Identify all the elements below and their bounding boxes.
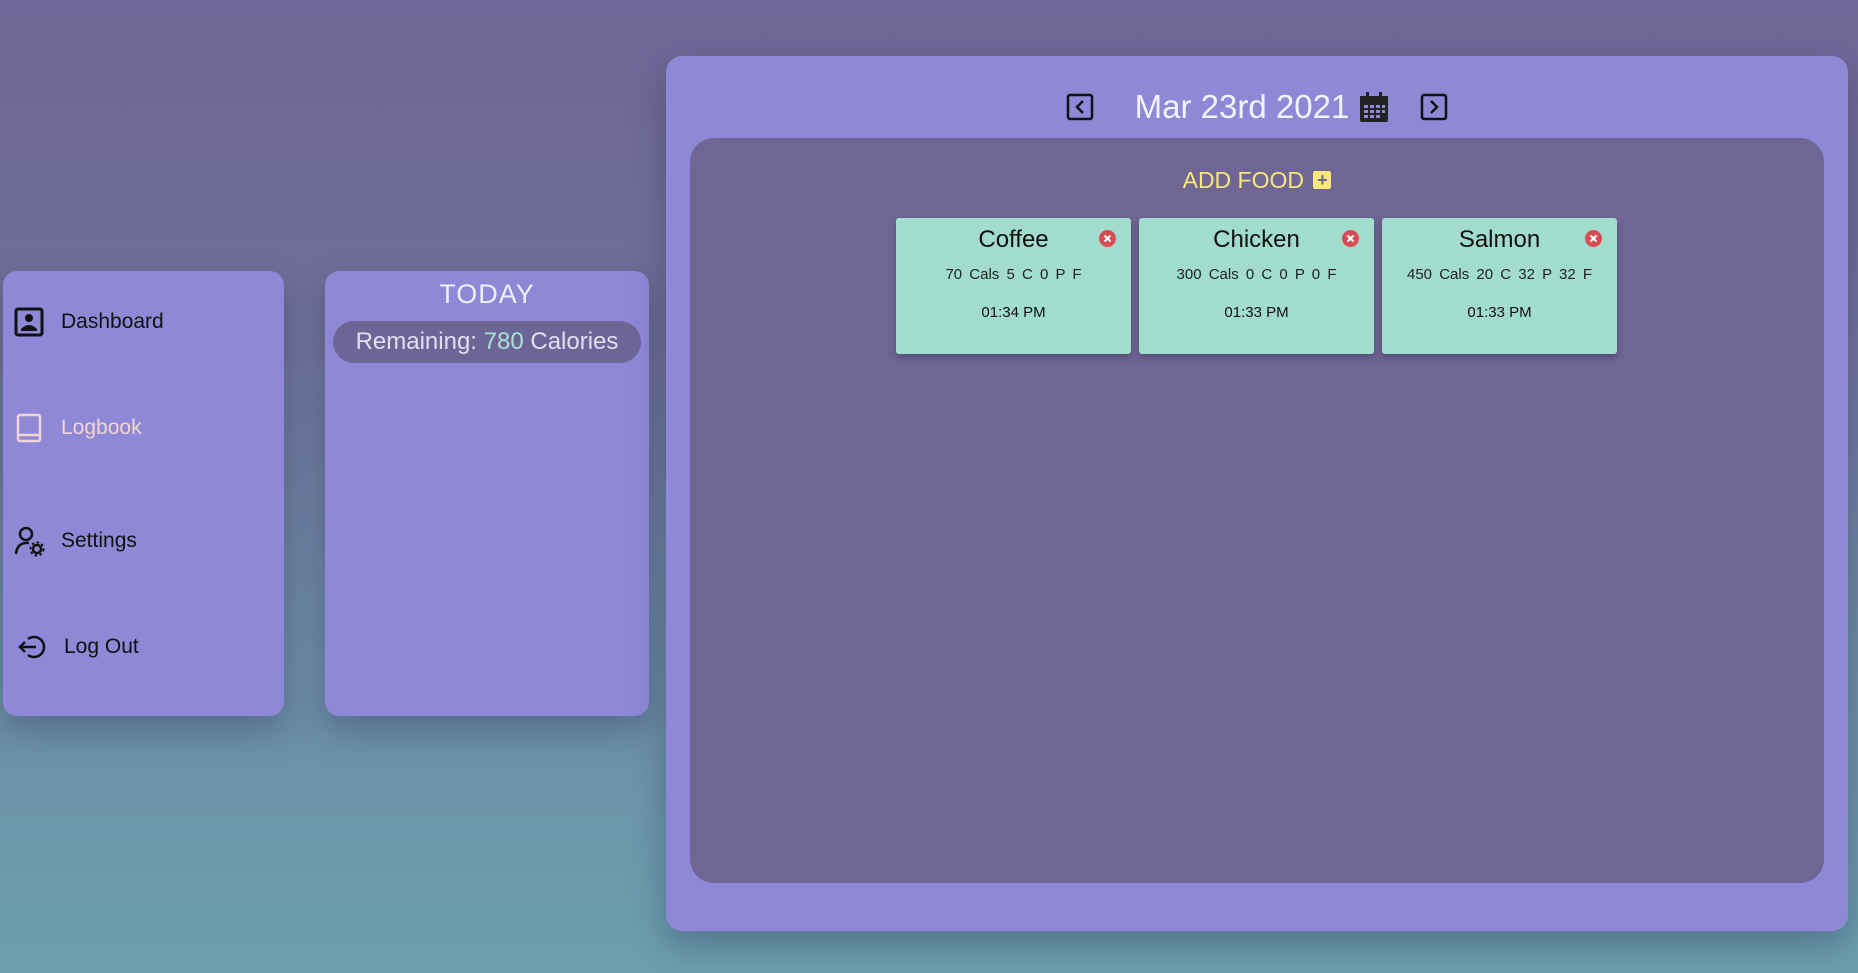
delete-food-button[interactable] bbox=[1585, 230, 1602, 247]
date-navigator: Mar 23rd 2021 bbox=[666, 88, 1848, 126]
plus-icon: + bbox=[1313, 171, 1332, 189]
food-card: Coffee 70 Cals 5 C 0 P F 01:34 PM bbox=[896, 218, 1131, 354]
sidebar-item-logout[interactable]: Log Out bbox=[16, 631, 139, 663]
next-day-button[interactable] bbox=[1419, 92, 1449, 122]
today-panel: TODAY Remaining: 780 Calories bbox=[325, 271, 649, 716]
book-icon bbox=[16, 413, 42, 443]
delete-food-button[interactable] bbox=[1099, 230, 1116, 247]
sidebar-item-label: Logbook bbox=[61, 416, 142, 439]
logout-icon bbox=[18, 635, 46, 659]
food-card: Chicken 300 Cals 0 C 0 P 0 F 01:33 PM bbox=[1139, 218, 1374, 354]
close-icon bbox=[1589, 234, 1598, 243]
food-card: Salmon 450 Cals 20 C 32 P 32 F 01:33 PM bbox=[1382, 218, 1617, 354]
add-food-label: ADD FOOD bbox=[1182, 167, 1304, 193]
close-icon bbox=[1346, 234, 1355, 243]
remaining-suffix: Calories bbox=[530, 328, 619, 355]
sidebar-item-label: Settings bbox=[61, 529, 137, 552]
food-time: 01:34 PM bbox=[981, 304, 1046, 321]
calendar-icon[interactable] bbox=[1357, 90, 1391, 124]
current-date: Mar 23rd 2021 bbox=[1134, 88, 1350, 125]
delete-food-button[interactable] bbox=[1342, 230, 1359, 247]
sidebar-item-logbook[interactable]: Logbook bbox=[13, 412, 142, 444]
previous-day-button[interactable] bbox=[1065, 92, 1095, 122]
food-time: 01:33 PM bbox=[1467, 304, 1532, 321]
sidebar-item-dashboard[interactable]: Dashboard bbox=[13, 306, 164, 338]
food-name: Chicken bbox=[1213, 226, 1300, 253]
today-title: TODAY bbox=[439, 279, 535, 309]
profile-icon bbox=[14, 307, 44, 337]
remaining-value: 780 bbox=[483, 328, 524, 355]
sidebar-item-settings[interactable]: Settings bbox=[13, 525, 137, 557]
food-time: 01:33 PM bbox=[1224, 304, 1289, 321]
close-icon bbox=[1103, 234, 1112, 243]
sidebar-item-label: Dashboard bbox=[61, 310, 164, 333]
food-macros: 450 Cals 20 C 32 P 32 F bbox=[1407, 266, 1592, 283]
food-macros: 300 Cals 0 C 0 P 0 F bbox=[1176, 266, 1337, 283]
remaining-calories-badge: Remaining: 780 Calories bbox=[333, 321, 641, 363]
add-food-button[interactable]: ADD FOOD + bbox=[690, 167, 1824, 194]
sidebar-nav: Dashboard Logbook Settings Log Out bbox=[3, 271, 284, 716]
food-log-area: ADD FOOD + Coffee 70 Cals 5 C 0 P F 01:3… bbox=[690, 138, 1824, 883]
food-macros: 70 Cals 5 C 0 P F bbox=[945, 266, 1082, 283]
user-gear-icon bbox=[14, 526, 45, 557]
remaining-prefix: Remaining: bbox=[355, 328, 477, 355]
logbook-panel: Mar 23rd 2021 ADD FOOD + Coffee 70 Cals … bbox=[666, 56, 1848, 931]
food-name: Coffee bbox=[978, 226, 1049, 253]
food-name: Salmon bbox=[1458, 226, 1541, 253]
sidebar-item-label: Log Out bbox=[64, 635, 139, 658]
